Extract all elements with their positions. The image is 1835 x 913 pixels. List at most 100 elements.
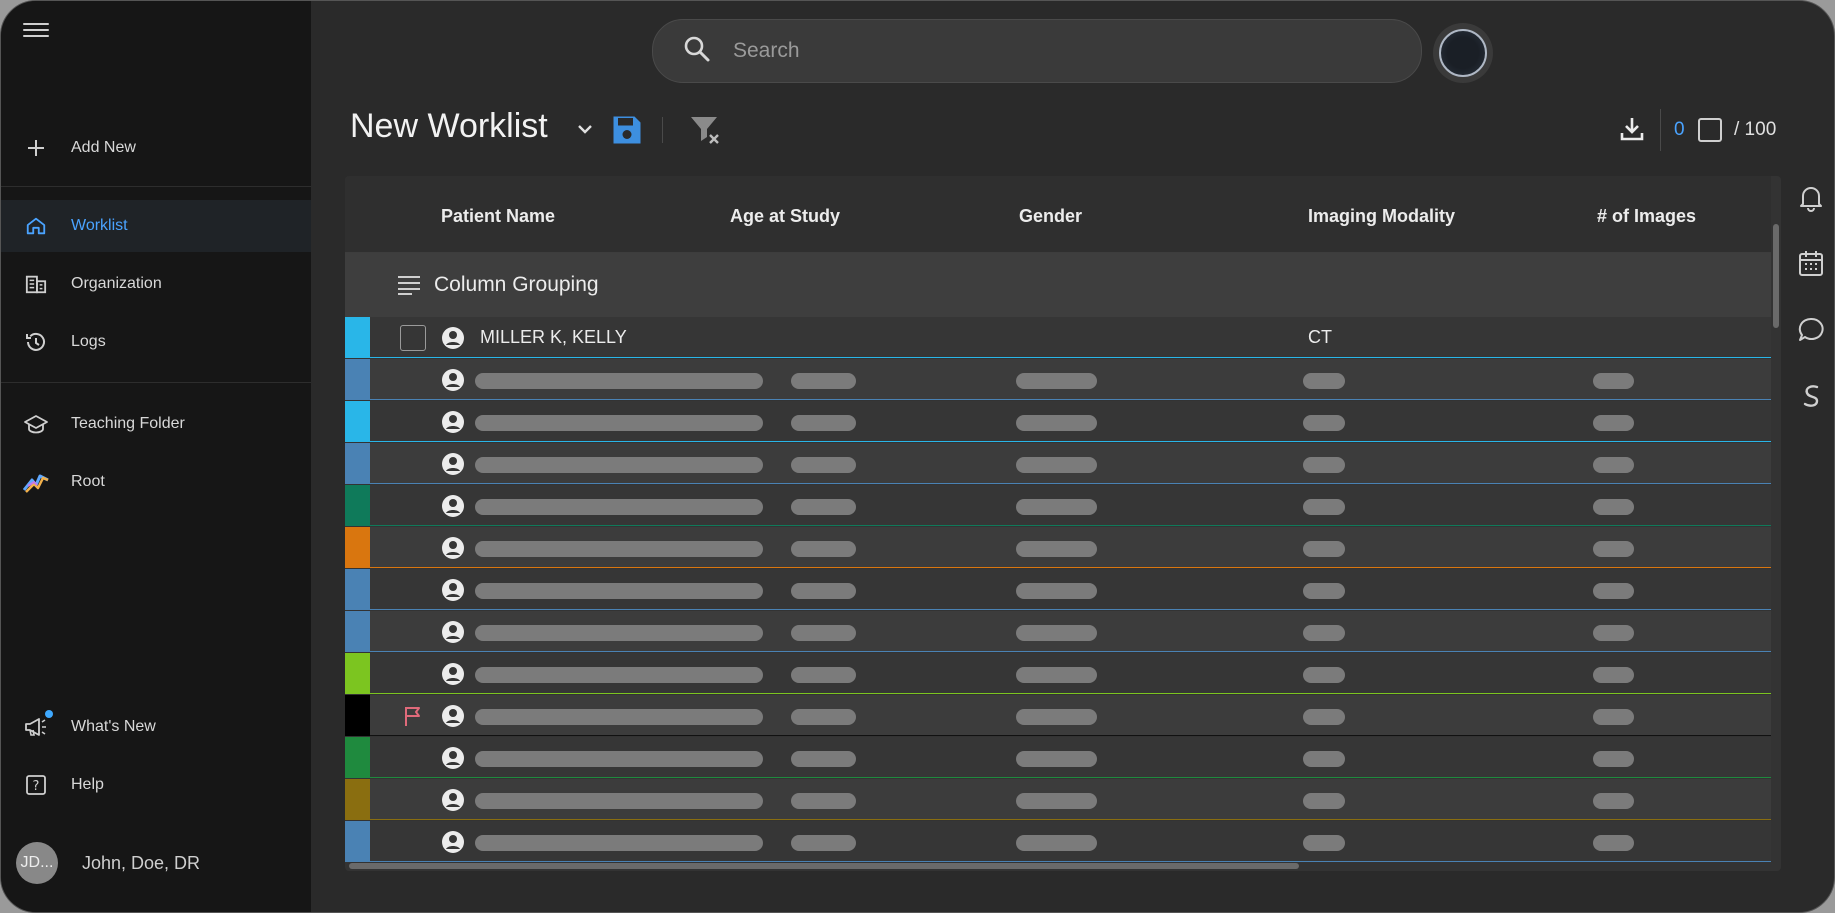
row-color-strip	[345, 695, 370, 736]
table-row[interactable]	[345, 485, 1771, 526]
redacted-cell	[1016, 793, 1097, 809]
bell-icon[interactable]	[1798, 184, 1824, 217]
table-row[interactable]: MILLER K, KELLY CT	[345, 317, 1771, 358]
row-divider	[370, 777, 1771, 778]
table-row[interactable]	[345, 443, 1771, 484]
user-name: John, Doe, DR	[82, 852, 201, 873]
sidebar-item-root[interactable]: Root	[1, 456, 311, 508]
table-row[interactable]	[345, 401, 1771, 442]
redacted-cell	[1303, 415, 1345, 431]
redacted-cell	[475, 667, 763, 683]
calendar-icon[interactable]	[1798, 249, 1824, 282]
sidebar-item-organization[interactable]: Organization	[1, 258, 311, 310]
table-row[interactable]	[345, 569, 1771, 610]
table-row[interactable]	[345, 653, 1771, 694]
column-header-age[interactable]: Age at Study	[730, 206, 840, 227]
divider	[1, 382, 311, 383]
row-color-strip	[345, 401, 370, 442]
row-color-strip	[345, 527, 370, 568]
patient-icon	[441, 368, 465, 397]
patient-icon	[441, 494, 465, 523]
redacted-cell	[1593, 667, 1634, 683]
redacted-cell	[1303, 793, 1345, 809]
table-row[interactable]	[345, 359, 1771, 400]
row-divider	[370, 483, 1771, 484]
table-row[interactable]	[345, 737, 1771, 778]
column-header-patient-name[interactable]: Patient Name	[441, 206, 555, 227]
row-divider	[370, 735, 1771, 736]
redacted-cell	[1016, 709, 1097, 725]
row-color-strip	[345, 569, 370, 610]
vertical-scrollbar[interactable]	[1773, 224, 1779, 328]
row-divider	[370, 399, 1771, 400]
redacted-cell	[1016, 751, 1097, 767]
redacted-cell	[1303, 709, 1345, 725]
redacted-cell	[475, 751, 763, 767]
patient-icon	[441, 326, 465, 355]
total-count: / 100	[1734, 119, 1777, 140]
redacted-cell	[1303, 625, 1345, 641]
avatar: JD...	[16, 842, 58, 884]
column-header-modality[interactable]: Imaging Modality	[1308, 206, 1455, 227]
table-row[interactable]	[345, 695, 1771, 736]
help-button[interactable]: ? Help	[1, 759, 311, 811]
redacted-cell	[1593, 751, 1634, 767]
row-color-strip	[345, 821, 370, 862]
sidebar-item-label: Teaching Folder	[71, 415, 185, 432]
download-icon[interactable]	[1618, 115, 1646, 148]
redacted-cell	[1303, 373, 1345, 389]
row-divider	[370, 819, 1771, 820]
redacted-cell	[475, 499, 763, 515]
redacted-cell	[1593, 541, 1634, 557]
chat-icon[interactable]	[1798, 317, 1824, 348]
row-color-strip	[345, 779, 370, 820]
whats-new-button[interactable]: What's New	[1, 701, 311, 753]
column-header-gender[interactable]: Gender	[1019, 206, 1082, 227]
redacted-cell	[1593, 835, 1634, 851]
sidebar-item-label: Organization	[71, 275, 162, 292]
redacted-cell	[791, 415, 856, 431]
add-new-button[interactable]: Add New	[1, 122, 311, 174]
search-input[interactable]	[731, 38, 1335, 64]
redacted-cell	[1593, 583, 1634, 599]
redacted-cell	[1016, 457, 1097, 473]
redacted-cell	[1303, 667, 1345, 683]
row-divider	[370, 441, 1771, 442]
row-divider	[370, 609, 1771, 610]
redacted-cell	[475, 793, 763, 809]
table-row[interactable]	[345, 821, 1771, 862]
menu-icon[interactable]	[23, 19, 49, 39]
save-icon[interactable]	[609, 112, 645, 153]
list-icon	[397, 275, 421, 300]
horizontal-scrollbar[interactable]	[349, 863, 1299, 869]
row-divider	[370, 525, 1771, 526]
row-color-strip	[345, 737, 370, 778]
redacted-cell	[1016, 541, 1097, 557]
clear-filter-icon[interactable]	[689, 113, 723, 152]
sidebar-item-worklist[interactable]: Worklist	[1, 200, 311, 252]
redacted-cell	[1016, 583, 1097, 599]
table-row[interactable]	[345, 527, 1771, 568]
redacted-cell	[475, 541, 763, 557]
sidebar-item-logs[interactable]: Logs	[1, 316, 311, 368]
root-logo-icon	[23, 469, 49, 495]
select-all-checkbox[interactable]	[1698, 118, 1722, 142]
row-color-strip	[345, 653, 370, 694]
user-profile-button[interactable]: JD... John, Doe, DR	[1, 839, 311, 887]
chevron-down-icon[interactable]	[573, 117, 597, 146]
redacted-cell	[475, 373, 763, 389]
help-label: Help	[71, 776, 104, 793]
redacted-cell	[1593, 709, 1634, 725]
table-row[interactable]	[345, 779, 1771, 820]
sidebar: Add New Worklist Organization Logs Teach…	[1, 1, 311, 912]
column-header-images[interactable]: # of Images	[1597, 206, 1696, 227]
column-grouping-bar[interactable]: Column Grouping	[345, 253, 1771, 317]
table-row[interactable]	[345, 611, 1771, 652]
search-bar[interactable]	[652, 19, 1422, 83]
share-icon[interactable]	[1798, 383, 1824, 414]
selected-count: 0	[1674, 119, 1685, 140]
row-checkbox[interactable]	[400, 325, 426, 351]
organization-avatar[interactable]	[1433, 23, 1493, 83]
flag-icon[interactable]	[402, 705, 424, 732]
sidebar-item-teaching-folder[interactable]: Teaching Folder	[1, 398, 311, 450]
